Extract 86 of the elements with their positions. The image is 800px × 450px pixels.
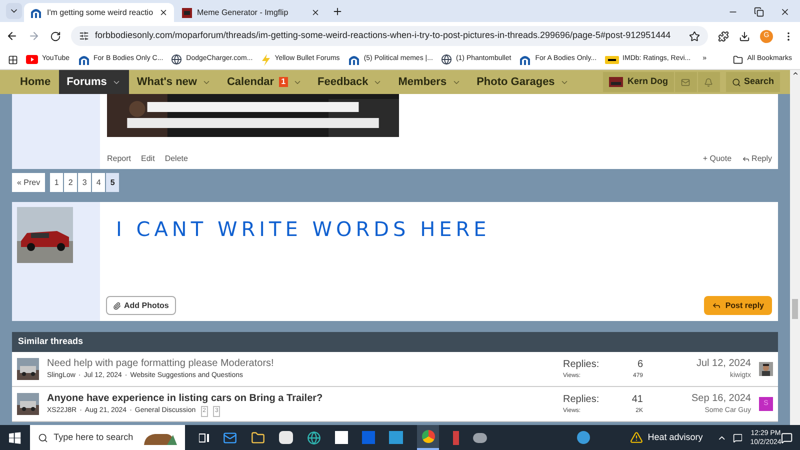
search-icon: [38, 432, 48, 442]
m-logo-icon: [30, 8, 42, 18]
page-link[interactable]: 2: [64, 173, 78, 192]
taskbar-search[interactable]: Type here to search: [30, 425, 186, 450]
reload-icon[interactable]: [50, 30, 61, 42]
forward-icon[interactable]: [28, 30, 40, 42]
nav-tab[interactable]: Photo Garages: [468, 70, 577, 94]
edge-icon[interactable]: [307, 430, 322, 444]
chrome-icon[interactable]: [417, 425, 440, 450]
page-link[interactable]: 5: [106, 173, 120, 192]
nav-tab[interactable]: Forums: [58, 70, 129, 94]
folder-icon: [733, 54, 744, 64]
search-icon: [732, 78, 741, 86]
close-icon[interactable]: [311, 8, 320, 17]
user-menu[interactable]: Kern Dog: [603, 72, 674, 92]
reply-link[interactable]: Reply: [742, 153, 772, 165]
m-logo-icon: [519, 54, 532, 64]
thread-title-link[interactable]: Anyone have experience in listing cars on Bring a Trailer?: [47, 391, 555, 406]
replies-count: 41: [632, 393, 643, 407]
play-icon: [26, 55, 38, 64]
close-icon[interactable]: [780, 7, 790, 17]
m-logo-icon: [78, 54, 90, 64]
replies-label: Replies:: [563, 393, 600, 407]
warning-icon: [630, 431, 643, 444]
network-icon[interactable]: [732, 432, 742, 442]
back-icon[interactable]: [6, 30, 18, 42]
download-icon[interactable]: [739, 30, 750, 42]
m-logo-icon: [348, 54, 360, 64]
avatar-icon: [609, 77, 624, 87]
address-bar[interactable]: forbbodiesonly.com/moparforum/threads/im-getting-some-weird-reactions-when-i-try-to-post-pictures-in-threads.299696/page-5#post-912951444: [71, 26, 708, 46]
post-action-link[interactable]: Edit: [141, 153, 155, 165]
search-button[interactable]: Search: [726, 72, 780, 92]
url-text: forbbodiesonly.com/moparforum/threads/im-getting-some-weird-reactions-when-i-try-to-post-pictures-in-threads.299696/page-5#post-912951444: [95, 29, 672, 42]
add-photos-button[interactable]: Add Photos: [106, 296, 176, 315]
restore-icon[interactable]: [754, 7, 764, 17]
task-view-icon[interactable]: [199, 432, 210, 442]
mail-icon: [681, 78, 690, 86]
globe-icon: [440, 54, 452, 65]
tab-title: I'm getting some weird reactio: [47, 6, 154, 18]
nav-tab[interactable]: Feedback: [310, 70, 390, 94]
tab-title: Meme Generator - Imgflip: [197, 6, 290, 18]
notification-badge: 1: [279, 77, 288, 87]
reply-icon: [742, 155, 750, 163]
globe-icon: [171, 54, 182, 65]
apps-icon[interactable]: [8, 54, 18, 64]
replies-label: Replies:: [563, 358, 600, 372]
replies-count: 6: [637, 358, 643, 372]
last-post-date[interactable]: Jul 12, 2024: [696, 356, 751, 372]
browser-tab[interactable]: I'm getting some weird reactio: [24, 3, 174, 22]
paperclip-icon: [113, 302, 121, 310]
thread-title-link[interactable]: Need help with page formatting please Moderators!: [47, 356, 555, 372]
notifications-icon[interactable]: [781, 432, 793, 444]
lightning-icon: [260, 54, 271, 66]
meme-favicon-icon: [182, 8, 192, 18]
imdb-icon: [604, 56, 619, 64]
page-link[interactable]: 4: [92, 173, 106, 192]
folder-icon[interactable]: [251, 430, 266, 444]
page-link[interactable]: 3: [78, 173, 92, 192]
last-post-date[interactable]: Sep 16, 2024: [692, 391, 751, 406]
nav-tab[interactable]: What's new: [128, 70, 219, 94]
post-action-link[interactable]: Report: [107, 153, 132, 165]
handwritten-text: I CANT WRITE WORDS HERE: [116, 217, 490, 241]
site-settings-icon: [79, 31, 89, 41]
star-icon[interactable]: [689, 30, 700, 42]
nav-tab[interactable]: Home: [12, 70, 59, 94]
section-header: Similar threads: [12, 332, 778, 352]
bell-icon: [704, 78, 714, 86]
reply-icon: [712, 301, 722, 310]
post-reply-button[interactable]: Post reply: [704, 296, 772, 315]
new-tab-icon[interactable]: [332, 6, 343, 17]
tab-search-button[interactable]: [6, 3, 22, 19]
post-action-link[interactable]: Delete: [164, 153, 188, 165]
inbox-button[interactable]: [674, 72, 697, 92]
scrollbar-thumb[interactable]: [792, 299, 798, 319]
scroll-up-icon[interactable]: [792, 70, 798, 77]
nav-tab[interactable]: Members: [390, 70, 469, 94]
close-icon[interactable]: [159, 8, 168, 17]
start-icon[interactable]: [9, 432, 21, 444]
mail-icon[interactable]: [223, 430, 238, 444]
prev-page-link[interactable]: « Prev: [12, 173, 46, 192]
quote-link[interactable]: + Quote: [702, 153, 732, 165]
weather-widget[interactable]: Heat advisory: [630, 430, 703, 444]
browser-tab[interactable]: Meme Generator - Imgflip: [176, 3, 326, 22]
extensions-icon[interactable]: [718, 30, 729, 42]
nav-tab[interactable]: Calendar 1: [218, 70, 310, 94]
page-link[interactable]: 1: [50, 173, 64, 192]
